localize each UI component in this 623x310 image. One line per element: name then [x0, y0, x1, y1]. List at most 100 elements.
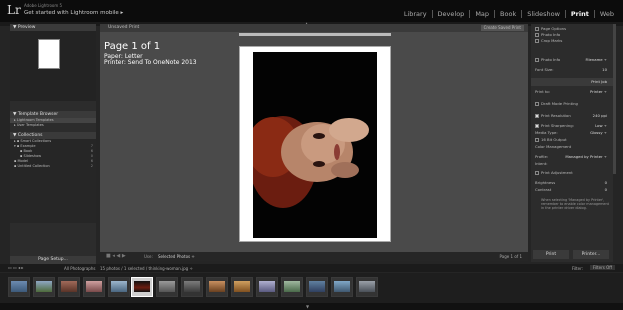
print-job-header[interactable]: Print Job [531, 78, 613, 86]
filmstrip-thumbnail[interactable] [331, 277, 353, 297]
preview-panel-header[interactable]: ▼ Preview [10, 24, 96, 31]
setting-value[interactable]: 10 [602, 67, 607, 72]
module-develop[interactable]: Develop [431, 10, 470, 18]
ruler [239, 33, 391, 36]
filmstrip-thumbnail[interactable] [108, 277, 130, 297]
create-saved-print-button[interactable]: Create Saved Print [480, 25, 524, 31]
setting-value[interactable]: Glossy ÷ [590, 130, 607, 135]
right-panel-scrollbar[interactable] [613, 24, 616, 174]
module-library[interactable]: Library [399, 10, 432, 18]
setting-row[interactable]: Page Options [531, 26, 613, 31]
checkbox[interactable] [535, 27, 539, 31]
setting-row[interactable]: Profile: Managed by Printer ÷ [531, 154, 613, 159]
setting-value[interactable]: Managed by Printer ÷ [565, 154, 607, 159]
mobile-get-started-link[interactable]: Get started with Lightroom mobile ▸ [24, 10, 123, 16]
filmstrip-toolbar: ▭ ▭ ◂ ▸ All Photographs 15 photos / 1 se… [0, 264, 623, 272]
use-select[interactable]: Selected Photos ÷ [158, 254, 195, 259]
setting-label: Photo Info [541, 57, 561, 62]
print-button[interactable]: Print [533, 250, 569, 259]
setting-row[interactable]: Photo Info [531, 32, 613, 37]
filmstrip-thumbnail[interactable] [156, 277, 178, 297]
setting-row[interactable]: 16 Bit Output [531, 137, 613, 142]
setting-row[interactable]: Intent: [531, 161, 613, 166]
setting-row[interactable]: Photo Info Filename ÷ [531, 57, 613, 62]
setting-label: Brightness [535, 180, 556, 185]
filmstrip-thumbnail[interactable] [181, 277, 203, 297]
template-item[interactable]: ▸ User Templates [10, 123, 96, 128]
collection-item[interactable]: ▪ Untitled Collection 2 [10, 164, 96, 169]
slider-row[interactable]: Brightness 0 [531, 180, 613, 185]
setting-row[interactable]: Print Resolution 240 ppi [531, 113, 613, 118]
module-picker: Library Develop Map Book Slideshow Print… [399, 10, 619, 18]
filmstrip-status[interactable]: 15 photos / 1 selected / thinking-woman.… [100, 266, 193, 271]
collections-panel: ▸ ▪ Smart Collections ▾ ▪ Example 7 ▪ Boo… [10, 139, 96, 223]
checkbox[interactable] [535, 124, 539, 128]
setting-label: Print to: [535, 89, 551, 94]
module-web[interactable]: Web [593, 10, 619, 18]
filmstrip-thumbnail[interactable] [256, 277, 278, 297]
print-page[interactable] [239, 46, 391, 242]
setting-row: Color Management [531, 144, 613, 149]
filmstrip-thumbnail-selected[interactable] [131, 277, 153, 297]
filmstrip-thumbnail[interactable] [83, 277, 105, 297]
checkbox[interactable] [535, 39, 539, 43]
collections-header[interactable]: ▼ Collections [10, 132, 96, 139]
setting-label: Intent: [535, 161, 548, 166]
bottom-panel-toggle-strip[interactable]: ▼ [0, 303, 623, 310]
filmstrip-thumbnail[interactable] [58, 277, 80, 297]
setting-value[interactable]: 0 [605, 187, 607, 192]
print-photo[interactable] [253, 52, 377, 238]
setting-value[interactable]: 240 ppi [593, 113, 607, 118]
triangle-down-icon[interactable]: ▼ [306, 304, 309, 309]
module-book[interactable]: Book [494, 10, 521, 18]
module-map[interactable]: Map [469, 10, 494, 18]
filmstrip-thumbnail[interactable] [306, 277, 328, 297]
checkbox[interactable] [535, 102, 539, 106]
setting-label: Profile: [535, 154, 549, 159]
source-label[interactable]: All Photographs [64, 266, 95, 271]
checkbox[interactable] [535, 58, 539, 62]
module-slideshow[interactable]: Slideshow [521, 10, 565, 18]
setting-row[interactable]: Print Adjustment [531, 170, 613, 175]
checkbox[interactable] [535, 114, 539, 118]
template-item-label: User Templates [16, 123, 44, 127]
navigation-arrows-icon[interactable]: ■ ◂ ◀ ▶ [106, 253, 126, 259]
setting-row[interactable]: Font Size: 10 [531, 67, 613, 72]
setting-row[interactable]: Media Type: Glossy ÷ [531, 130, 613, 135]
setting-value[interactable]: Filename ÷ [585, 57, 607, 62]
filmstrip-thumbnail[interactable] [356, 277, 378, 297]
template-browser-header[interactable]: ▼ Template Browser [10, 111, 96, 118]
managed-by-printer-note: When selecting 'Managed by Printer', rem… [535, 198, 609, 210]
collection-name: Model [17, 159, 29, 163]
setting-row[interactable]: Print Sharpening: Low ÷ [531, 123, 613, 128]
setting-row[interactable]: Print to: Printer ÷ [531, 89, 613, 94]
filter-select[interactable]: Filters Off [589, 265, 615, 270]
checkbox[interactable] [535, 138, 539, 142]
setting-value[interactable]: 0 [605, 180, 607, 185]
top-bar: Lr Adobe Lightroom 5 Get started with Li… [0, 0, 623, 22]
slider-row[interactable]: Contrast 0 [531, 187, 613, 192]
template-list: ▸ Lightroom Templates ▸ User Templates [10, 118, 96, 128]
filmstrip-thumbnail[interactable] [231, 277, 253, 297]
setting-value[interactable]: Low ÷ [595, 123, 607, 128]
module-print[interactable]: Print [564, 10, 594, 18]
filter-label: Filter: [571, 266, 583, 271]
woman-portrait-image [253, 52, 377, 238]
setting-row[interactable]: Crop Marks [531, 38, 613, 43]
filmstrip-thumbnail[interactable] [8, 277, 30, 297]
filmstrip-thumbnail[interactable] [281, 277, 303, 297]
filmstrip-controls-icon[interactable]: ▭ ▭ ◂ ▸ [8, 265, 23, 270]
setting-value[interactable]: Printer ÷ [590, 89, 607, 94]
page-setup-button[interactable]: Page Setup... [10, 256, 96, 264]
checkbox[interactable] [535, 171, 539, 175]
app-name: Adobe Lightroom 5 [24, 3, 63, 8]
collection-count: 2 [90, 164, 93, 168]
printer-button[interactable]: Printer... [573, 250, 609, 259]
template-item-label: Lightroom Templates [16, 118, 54, 122]
filmstrip-thumbnail[interactable] [33, 277, 55, 297]
checkbox[interactable] [535, 33, 539, 37]
lightroom-window: Lr Adobe Lightroom 5 Get started with Li… [0, 0, 623, 310]
preview-label: Preview [17, 25, 36, 30]
filmstrip-thumbnail[interactable] [206, 277, 228, 297]
setting-row[interactable]: Draft Mode Printing [531, 101, 613, 106]
